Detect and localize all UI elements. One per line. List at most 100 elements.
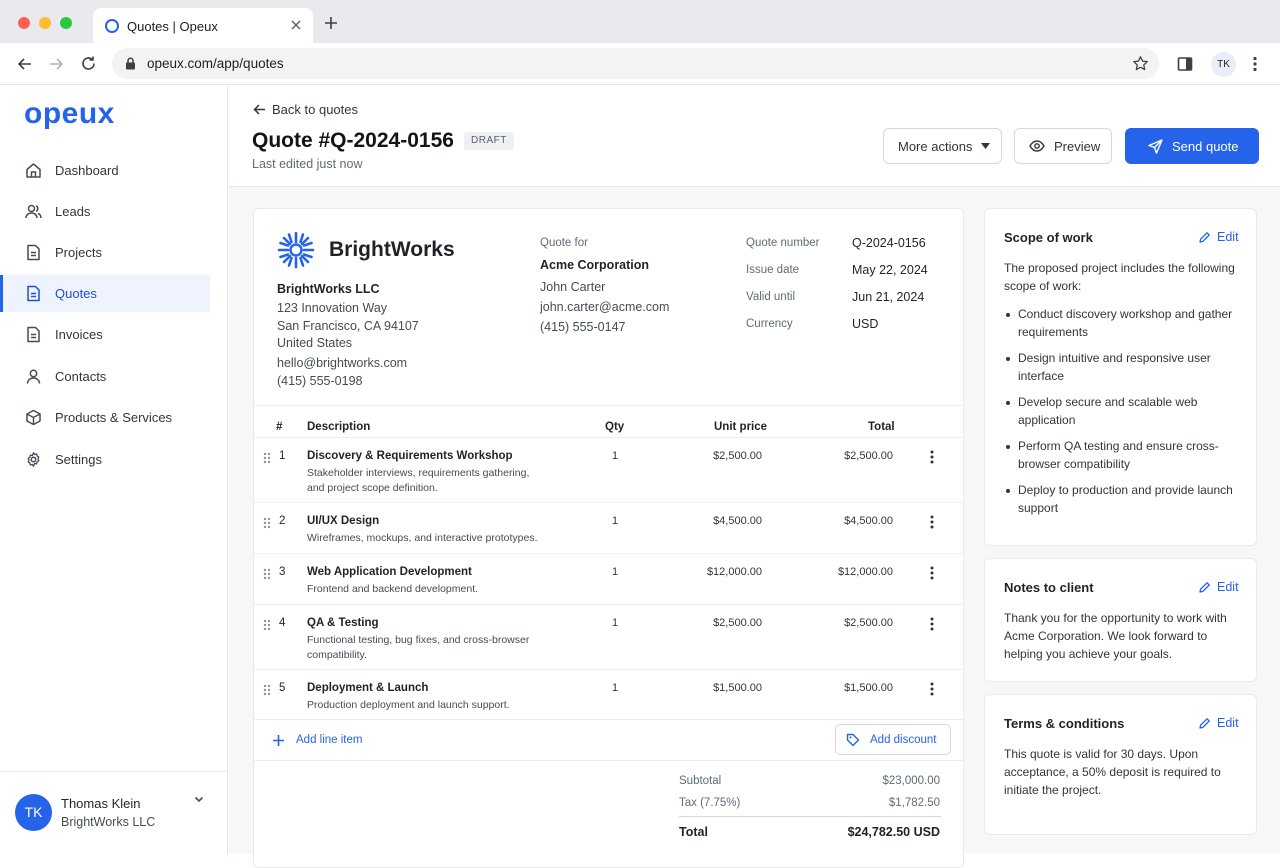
brightworks-logo-icon: [277, 231, 315, 269]
document-icon: [27, 285, 40, 302]
send-quote-button[interactable]: Send quote: [1125, 128, 1259, 164]
issue-date-label: Issue date: [746, 264, 800, 276]
close-icon[interactable]: [289, 18, 303, 32]
side-panel-icon[interactable]: [1177, 56, 1193, 72]
table-row[interactable]: 4 QA & Testing Functional testing, bug f…: [254, 604, 964, 669]
subtotal-value: $23,000.00: [882, 775, 940, 787]
client-email: john.carter@acme.com: [540, 300, 670, 314]
user-menu[interactable]: TK Thomas Klein BrightWorks LLC: [0, 771, 228, 854]
preview-button[interactable]: Preview: [1014, 128, 1112, 164]
eye-icon: [1029, 140, 1045, 152]
window-minimize-dot[interactable]: [39, 17, 51, 29]
sidebar-item-label: Settings: [55, 452, 102, 467]
back-arrow-icon[interactable]: [17, 56, 33, 72]
row-title: Deployment & Launch: [307, 682, 429, 694]
add-discount-button[interactable]: Add discount: [835, 724, 951, 755]
drag-handle-icon[interactable]: [263, 568, 271, 580]
kebab-menu-icon[interactable]: [930, 682, 934, 696]
star-icon[interactable]: [1132, 55, 1149, 72]
plus-icon: [273, 735, 284, 746]
back-to-quotes-link[interactable]: Back to quotes: [253, 102, 358, 117]
scope-edit-button[interactable]: Edit: [1198, 230, 1239, 244]
row-title: QA & Testing: [307, 617, 379, 629]
page-header: Back to quotes Quote #Q-2024-0156 DRAFT …: [229, 85, 1280, 187]
subtotal-label: Subtotal: [679, 775, 722, 787]
kebab-menu-icon[interactable]: [930, 617, 934, 631]
currency: USD: [852, 317, 879, 331]
pencil-icon: [1199, 582, 1210, 593]
url-text: opeux.com/app/quotes: [147, 56, 284, 71]
profile-avatar[interactable]: TK: [1211, 52, 1236, 77]
new-tab-icon[interactable]: [324, 16, 338, 30]
table-row[interactable]: 2 UI/UX Design Wireframes, mockups, and …: [254, 502, 964, 553]
row-number: 1: [279, 450, 286, 462]
kebab-menu-icon[interactable]: [930, 515, 934, 529]
row-total: $1,500.00: [844, 682, 893, 694]
row-unit-price: $4,500.00: [713, 515, 762, 527]
forward-arrow-icon[interactable]: [48, 56, 64, 72]
reload-icon[interactable]: [80, 55, 97, 72]
terms-card: Terms & conditions Edit This quote is va…: [984, 694, 1257, 835]
sidebar-item-projects[interactable]: Projects: [0, 234, 210, 271]
notes-body: Thank you for the opportunity to work wi…: [1004, 611, 1227, 661]
more-actions-button[interactable]: More actions: [883, 128, 1002, 164]
drag-handle-icon[interactable]: [263, 517, 271, 529]
company-address-1: 123 Innovation Way: [277, 301, 388, 315]
lock-icon: [126, 57, 135, 70]
user-icon: [26, 369, 41, 384]
sidebar-item-products-services[interactable]: Products & Services: [0, 399, 210, 436]
issue-date: May 22, 2024: [852, 263, 928, 277]
sidebar-item-contacts[interactable]: Contacts: [0, 358, 210, 395]
table-row[interactable]: 1 Discovery & Requirements Workshop Stak…: [254, 437, 964, 502]
drag-handle-icon[interactable]: [263, 452, 271, 464]
sidebar-item-quotes[interactable]: Quotes: [0, 275, 210, 312]
terms-body: This quote is valid for 30 days. Upon ac…: [1004, 747, 1221, 797]
kebab-menu-icon[interactable]: [930, 450, 934, 464]
terms-edit-button[interactable]: Edit: [1198, 716, 1239, 730]
add-discount-label: Add discount: [870, 734, 937, 746]
client-company: Acme Corporation: [540, 258, 650, 272]
browser-tab[interactable]: Quotes | Opeux: [93, 8, 313, 43]
drag-handle-icon[interactable]: [263, 684, 271, 696]
company-brand: BrightWorks: [329, 238, 455, 261]
favicon-icon: [105, 19, 119, 33]
chevron-down-icon[interactable]: [193, 793, 205, 805]
gear-icon: [27, 452, 40, 467]
notes-edit-button[interactable]: Edit: [1198, 580, 1239, 594]
window-maximize-dot[interactable]: [60, 17, 72, 29]
logo[interactable]: opeux: [24, 97, 115, 131]
list-item: Conduct discovery workshop and gather re…: [1004, 305, 1241, 341]
kebab-menu-icon[interactable]: [930, 566, 934, 580]
row-unit-price: $2,500.00: [713, 617, 762, 629]
scope-of-work-card: Scope of work Edit The proposed project …: [984, 208, 1257, 546]
row-description: Production deployment and launch support…: [307, 699, 510, 711]
add-line-item-button[interactable]: Add line item: [272, 734, 362, 746]
row-title: Discovery & Requirements Workshop: [307, 450, 513, 462]
users-icon: [25, 204, 42, 219]
browser-toolbar: opeux.com/app/quotes TK: [0, 43, 1280, 85]
sidebar-item-settings[interactable]: Settings: [0, 441, 210, 478]
sidebar-item-label: Invoices: [55, 327, 103, 342]
more-actions-label: More actions: [898, 139, 973, 154]
list-item: Deploy to production and provide launch …: [1004, 481, 1241, 517]
row-total: $12,000.00: [837, 566, 893, 578]
quote-number-label: Quote number: [746, 237, 820, 249]
row-total: $2,500.00: [844, 617, 893, 629]
table-row[interactable]: 5 Deployment & Launch Production deploym…: [254, 669, 964, 719]
sidebar-item-dashboard[interactable]: Dashboard: [0, 152, 210, 189]
arrow-left-icon: [253, 104, 265, 115]
menu-dots-icon[interactable]: [1253, 56, 1257, 72]
client-contact: John Carter: [540, 280, 606, 294]
user-name: Thomas Klein: [61, 796, 141, 811]
column-header-unit-price: Unit price: [714, 421, 768, 433]
address-bar[interactable]: opeux.com/app/quotes: [112, 48, 1159, 79]
column-header-total: Total: [868, 421, 895, 433]
sidebar-item-leads[interactable]: Leads: [0, 193, 210, 230]
sidebar-item-label: Quotes: [55, 286, 97, 301]
sidebar-item-invoices[interactable]: Invoices: [0, 316, 210, 353]
caret-down-icon: [981, 143, 990, 149]
drag-handle-icon[interactable]: [263, 619, 271, 631]
window-close-dot[interactable]: [18, 17, 30, 29]
valid-until-label: Valid until: [746, 291, 796, 303]
table-row[interactable]: 3 Web Application Development Frontend a…: [254, 553, 964, 604]
